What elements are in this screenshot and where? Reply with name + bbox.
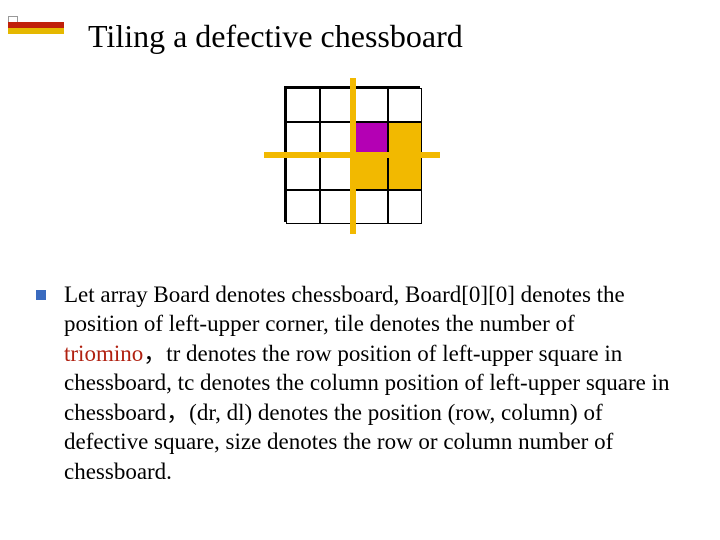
chessboard-cell <box>286 88 320 122</box>
body-text-area: Let array Board denotes chessboard, Boar… <box>36 280 692 486</box>
chessboard-cell <box>354 156 388 190</box>
chessboard-cell <box>388 190 422 224</box>
definition-paragraph: Let array Board denotes chessboard, Boar… <box>64 280 672 486</box>
chessboard-cell <box>320 88 354 122</box>
chessboard-cell <box>286 190 320 224</box>
slide-title: Tiling a defective chessboard <box>88 18 463 55</box>
para-part-2: ，tr denotes the row position of left-upp… <box>64 341 670 484</box>
para-part-1: Let array Board denotes chessboard, Boar… <box>64 282 625 336</box>
chessboard-cell <box>354 122 388 156</box>
chessboard-cell <box>286 122 320 156</box>
bullet-square-icon <box>36 290 46 300</box>
chessboard-cell <box>388 156 422 190</box>
chessboard-cell <box>354 88 388 122</box>
chessboard-cell <box>354 190 388 224</box>
chessboard-cell <box>320 190 354 224</box>
chessboard-figure <box>264 78 440 258</box>
quadrant-divider-vertical <box>350 78 356 234</box>
chessboard-cell <box>388 122 422 156</box>
chessboard-cell <box>320 156 354 190</box>
chessboard-cell <box>286 156 320 190</box>
logo-gold-strip <box>8 28 64 34</box>
triomino-keyword: triomino <box>64 341 143 366</box>
slide-corner-logo <box>8 16 64 52</box>
chessboard-cell <box>388 88 422 122</box>
chessboard-cell <box>320 122 354 156</box>
